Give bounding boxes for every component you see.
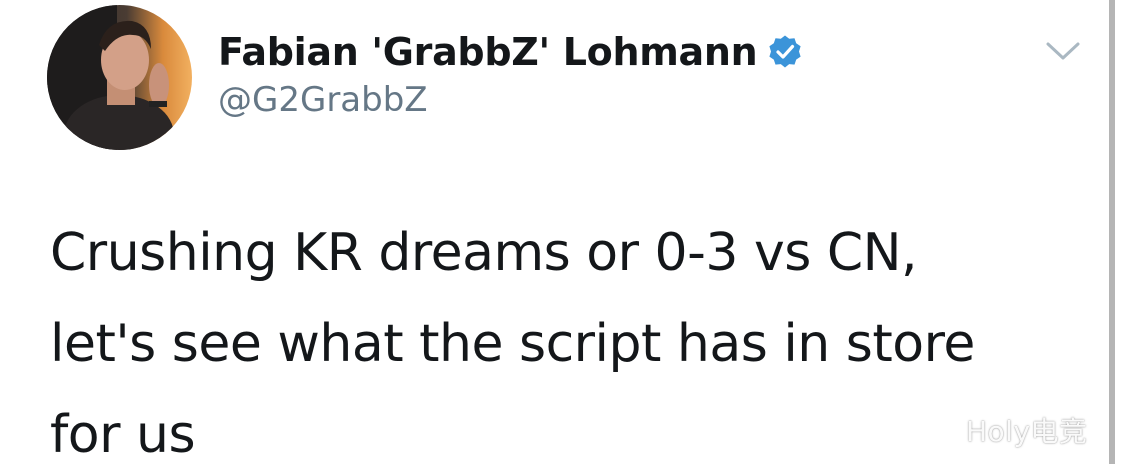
tweet-card: Fabian 'GrabbZ' Lohmann @G2GrabbZ Crushi…: [0, 0, 1125, 464]
tweet-text-line: for us: [50, 405, 196, 464]
avatar-photo: [47, 5, 192, 150]
watermark: Holy电竞: [966, 415, 1088, 448]
verified-badge-icon: [767, 34, 803, 70]
tweet-text-line: let's see what the script has in store: [50, 314, 975, 374]
author-display-name[interactable]: Fabian 'GrabbZ' Lohmann: [218, 30, 758, 74]
scrollbar[interactable]: [1109, 0, 1115, 464]
tweet-text: Crushing KR dreams or 0-3 vs CN, let's s…: [50, 208, 1100, 464]
tweet-text-line: Crushing KR dreams or 0-3 vs CN,: [50, 223, 918, 283]
avatar[interactable]: [47, 5, 192, 150]
author-name-row: Fabian 'GrabbZ' Lohmann: [218, 26, 803, 78]
chevron-down-icon[interactable]: [1044, 36, 1082, 66]
author-handle[interactable]: @G2GrabbZ: [218, 80, 428, 120]
